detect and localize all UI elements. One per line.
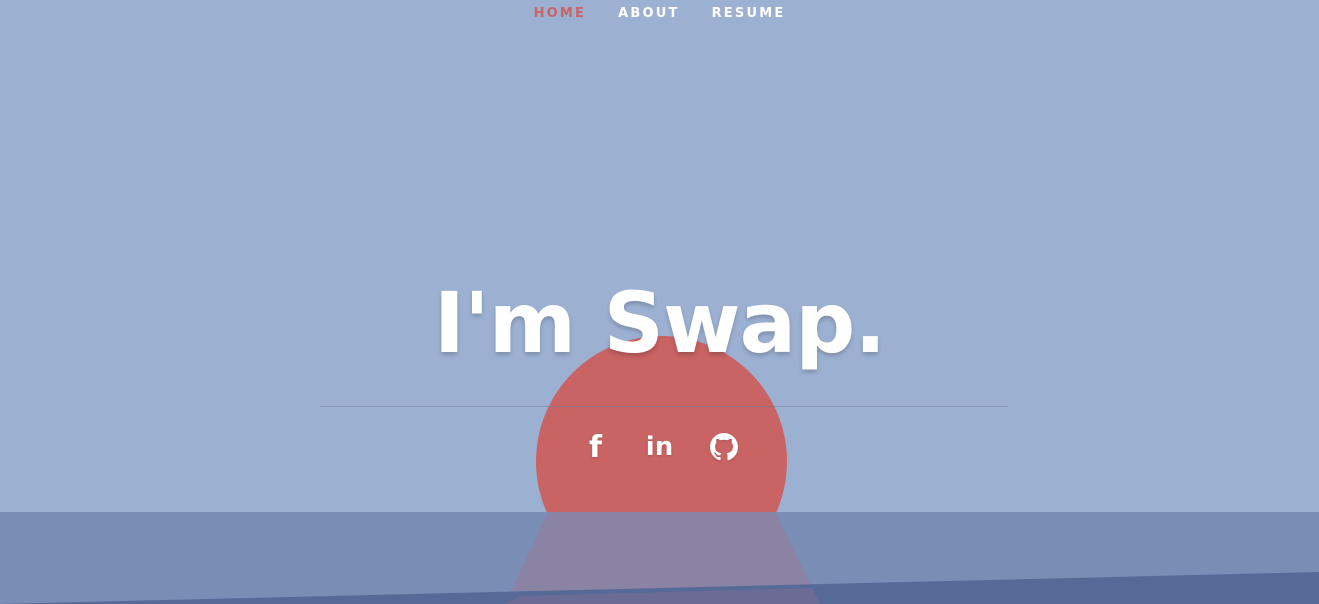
hero-divider [320, 406, 1008, 407]
top-nav: HOME ABOUT RESUME [0, 6, 1319, 21]
linkedin-icon[interactable]: in [643, 430, 677, 464]
facebook-glyph: f [588, 429, 603, 465]
nav-about-link[interactable]: ABOUT [618, 6, 679, 21]
social-links: f in [0, 429, 1319, 465]
facebook-icon[interactable]: f [579, 429, 613, 465]
foreground-wave [0, 572, 1319, 604]
github-icon[interactable] [707, 430, 741, 464]
hero-title: I'm Swap. [433, 274, 887, 372]
github-logo [709, 433, 738, 461]
linkedin-glyph: in [645, 432, 674, 462]
nav-resume-link[interactable]: RESUME [712, 6, 786, 21]
nav-home-link[interactable]: HOME [534, 6, 587, 21]
